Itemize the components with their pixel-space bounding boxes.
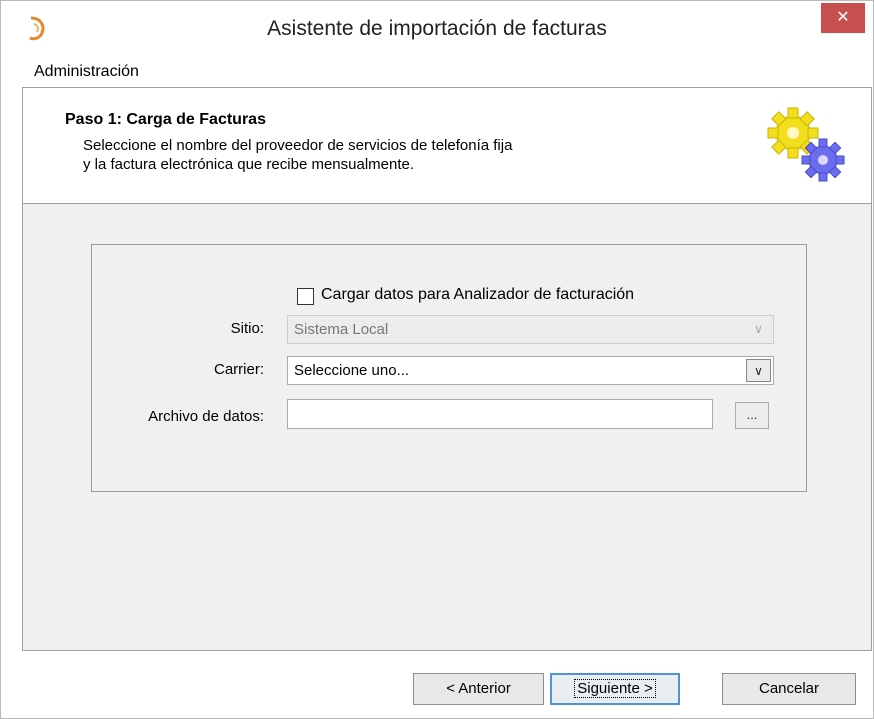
carrier-select-value: Seleccione uno... xyxy=(294,362,410,379)
step-header: Paso 1: Carga de Facturas Seleccione el … xyxy=(23,88,871,204)
archivo-datos-input[interactable] xyxy=(287,399,713,429)
anterior-button[interactable]: < Anterior xyxy=(413,673,544,705)
cargar-datos-label[interactable]: Cargar datos para Analizador de facturac… xyxy=(321,286,634,304)
sitio-select-value: Sistema Local xyxy=(294,321,389,338)
title-bar[interactable]: Asistente de importación de facturas ✕ xyxy=(1,1,873,57)
sitio-select: Sistema Local ∨ xyxy=(287,315,774,344)
chevron-down-icon[interactable]: ∨ xyxy=(746,359,771,382)
menu-item-administracion[interactable]: Administración xyxy=(34,63,139,81)
close-button[interactable]: ✕ xyxy=(821,3,865,33)
browse-button[interactable]: ... xyxy=(735,402,769,429)
menu-bar: Administración xyxy=(22,58,872,86)
gears-icon xyxy=(767,107,845,182)
step-description-line-2: y la factura electrónica que recibe mens… xyxy=(83,156,415,173)
siguiente-button-label: Siguiente > xyxy=(574,679,656,698)
archivo-label: Archivo de datos: xyxy=(148,408,264,425)
chevron-down-icon: ∨ xyxy=(754,322,763,336)
cancelar-button[interactable]: Cancelar xyxy=(722,673,856,705)
siguiente-button[interactable]: Siguiente > xyxy=(550,673,680,705)
carrier-label: Carrier: xyxy=(213,361,264,378)
step-title: Paso 1: Carga de Facturas xyxy=(65,111,266,128)
step-description: Seleccione el nombre del proveedor de se… xyxy=(83,136,512,174)
window-title: Asistente de importación de facturas xyxy=(267,17,607,40)
sitio-label: Sitio: xyxy=(230,320,264,337)
cargar-datos-checkbox[interactable] xyxy=(297,288,314,305)
step-description-line-1: Seleccione el nombre del proveedor de se… xyxy=(83,137,513,154)
close-icon: ✕ xyxy=(836,9,850,26)
carrier-select[interactable]: Seleccione uno... ∨ xyxy=(287,356,774,385)
